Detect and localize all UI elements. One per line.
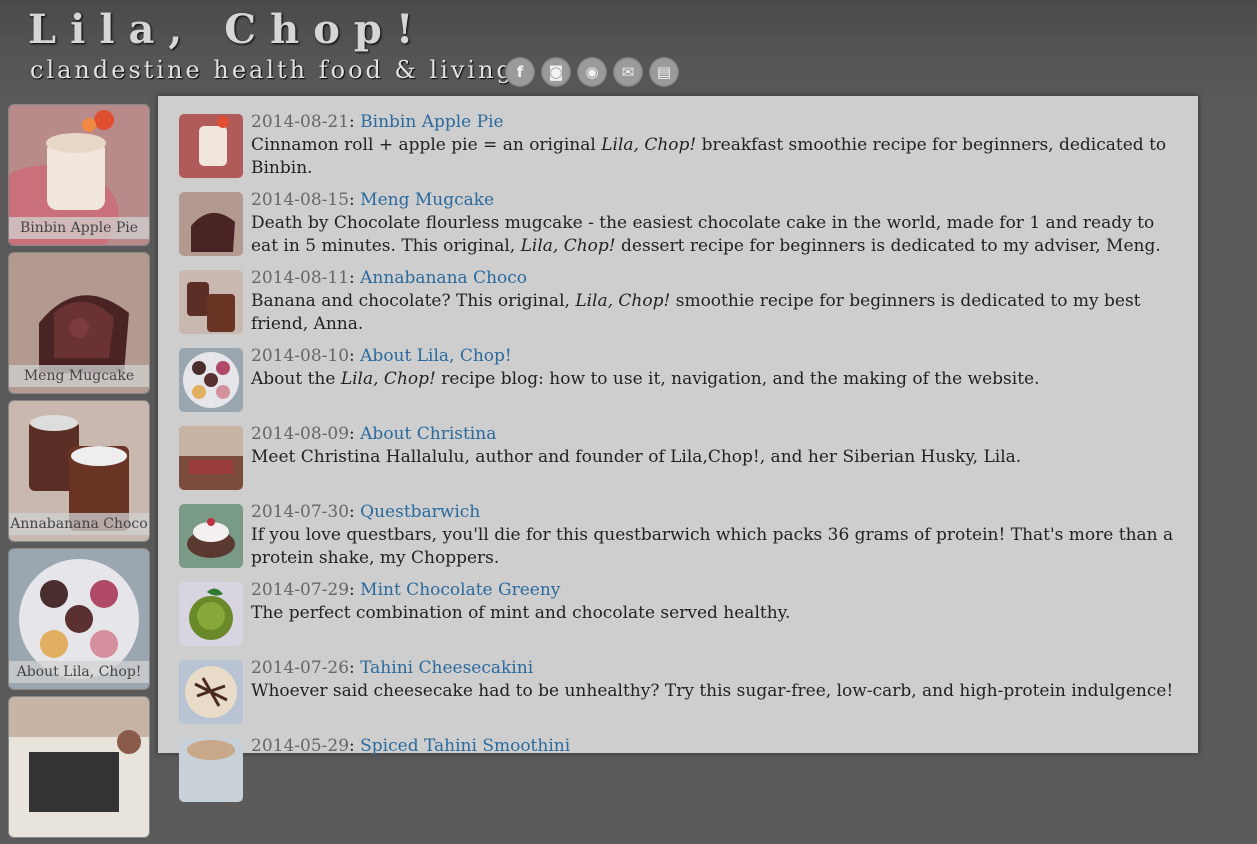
desc-emphasis: Lila, Chop! xyxy=(575,291,671,311)
post-title-link[interactable]: Mint Chocolate Greeny xyxy=(360,580,560,600)
sidebar-item-label: Annabanana Choco xyxy=(9,513,149,535)
post-date: 2014-08-11 xyxy=(251,268,350,288)
post-title-link[interactable]: About Christina xyxy=(360,424,496,444)
post-date: 2014-07-30 xyxy=(251,502,350,522)
post-description: If you love questbars, you'll die for th… xyxy=(251,525,1174,568)
post-thumbnail[interactable] xyxy=(179,660,243,724)
post-thumbnail[interactable] xyxy=(179,192,243,256)
post-description: Meet Christina Hallalulu, author and fou… xyxy=(251,447,1022,467)
post-date: 2014-05-29 xyxy=(251,736,350,756)
post-thumbnail[interactable] xyxy=(179,582,243,646)
date-separator: : xyxy=(349,346,361,366)
post-thumbnail[interactable] xyxy=(179,348,243,412)
list-item: 2014-07-29: Mint Chocolate Greeny The pe… xyxy=(179,580,1181,646)
desc-text: About the xyxy=(251,369,341,389)
post-thumbnail[interactable] xyxy=(179,114,243,178)
post-date: 2014-08-09 xyxy=(251,424,350,444)
date-separator: : xyxy=(349,424,361,444)
post-title-link[interactable]: Binbin Apple Pie xyxy=(360,112,503,132)
sidebar-item-binbin-apple-pie[interactable]: Binbin Apple Pie xyxy=(8,104,150,246)
social-links: f ◙ ◉ ✉ ▤ xyxy=(505,57,679,87)
post-description: The perfect combination of mint and choc… xyxy=(251,603,791,623)
desc-text: recipe blog: how to use it, navigation, … xyxy=(435,369,1040,389)
list-item: 2014-07-26: Tahini Cheesecakini Whoever … xyxy=(179,658,1181,724)
date-separator: : xyxy=(349,658,361,678)
post-description: Cinnamon roll + apple pie = an original … xyxy=(251,135,1166,178)
post-description: Banana and chocolate? This original, Lil… xyxy=(251,291,1141,334)
site-tagline: clandestine health food & living xyxy=(30,56,515,84)
list-item: 2014-08-09: About Christina Meet Christi… xyxy=(179,424,1181,490)
date-separator: : xyxy=(349,502,361,522)
desc-text: dessert recipe for beginners is dedicate… xyxy=(615,236,1161,256)
date-separator: : xyxy=(349,190,361,210)
date-separator: : xyxy=(349,112,361,132)
post-title-link[interactable]: Tahini Cheesecakini xyxy=(360,658,533,678)
post-thumbnail[interactable] xyxy=(179,504,243,568)
instagram-icon[interactable]: ◙ xyxy=(541,57,571,87)
sidebar-item-about-lila-chop[interactable]: About Lila, Chop! xyxy=(8,548,150,690)
post-title-link[interactable]: Questbarwich xyxy=(360,502,480,522)
sidebar-item-meng-mugcake[interactable]: Meng Mugcake xyxy=(8,252,150,394)
sidebar-item-label: Binbin Apple Pie xyxy=(9,217,149,239)
post-title-link[interactable]: About Lila, Chop! xyxy=(360,346,512,366)
post-list: 2014-08-21: Binbin Apple Pie Cinnamon ro… xyxy=(158,96,1198,802)
site-title[interactable]: Lila, Chop! xyxy=(28,6,427,53)
desc-emphasis: Lila, Chop! xyxy=(601,135,697,155)
sidebar-item-about-christina[interactable] xyxy=(8,696,150,838)
date-separator: : xyxy=(349,580,361,600)
email-icon[interactable]: ✉ xyxy=(613,57,643,87)
desc-emphasis: Lila, Chop! xyxy=(340,369,436,389)
site-header: Lila, Chop! clandestine health food & li… xyxy=(0,0,1257,96)
list-item: 2014-08-10: About Lila, Chop! About the … xyxy=(179,346,1181,412)
desc-text: Cinnamon roll + apple pie = an original xyxy=(251,135,602,155)
post-thumbnail[interactable] xyxy=(179,270,243,334)
room-photo xyxy=(9,697,149,837)
list-item: 2014-08-21: Binbin Apple Pie Cinnamon ro… xyxy=(179,112,1181,180)
list-item: 2014-05-29: Spiced Tahini Smoothini xyxy=(179,736,1181,802)
list-item: 2014-08-15: Meng Mugcake Death by Chocol… xyxy=(179,190,1181,258)
list-item: 2014-08-11: Annabanana Choco Banana and … xyxy=(179,268,1181,336)
sidebar-item-label: About Lila, Chop! xyxy=(9,661,149,683)
post-title-link[interactable]: Annabanana Choco xyxy=(360,268,527,288)
sidebar-item-label: Meng Mugcake xyxy=(9,365,149,387)
document-icon[interactable]: ▤ xyxy=(649,57,679,87)
post-date: 2014-08-10 xyxy=(251,346,350,366)
post-title-link[interactable]: Meng Mugcake xyxy=(360,190,494,210)
post-description: Death by Chocolate flourless mugcake - t… xyxy=(251,213,1161,256)
post-date: 2014-07-26 xyxy=(251,658,350,678)
post-title-link[interactable]: Spiced Tahini Smoothini xyxy=(360,736,570,756)
date-separator: : xyxy=(349,736,361,756)
post-description: About the Lila, Chop! recipe blog: how t… xyxy=(251,369,1040,389)
sidebar-item-annabanana-choco[interactable]: Annabanana Choco xyxy=(8,400,150,542)
post-date: 2014-08-21 xyxy=(251,112,350,132)
post-thumbnail[interactable] xyxy=(179,426,243,490)
facebook-icon[interactable]: f xyxy=(505,57,535,87)
rss-icon[interactable]: ◉ xyxy=(577,57,607,87)
post-date: 2014-07-29 xyxy=(251,580,350,600)
date-separator: : xyxy=(349,268,361,288)
post-description: Whoever said cheesecake had to be unheal… xyxy=(251,681,1174,701)
post-thumbnail[interactable] xyxy=(179,738,243,802)
desc-emphasis: Lila, Chop! xyxy=(520,236,616,256)
post-date: 2014-08-15 xyxy=(251,190,350,210)
sidebar: Binbin Apple Pie Meng Mugcake Annabanana… xyxy=(8,104,150,844)
desc-text: Banana and chocolate? This original, xyxy=(251,291,576,311)
list-item: 2014-07-30: Questbarwich If you love que… xyxy=(179,502,1181,570)
